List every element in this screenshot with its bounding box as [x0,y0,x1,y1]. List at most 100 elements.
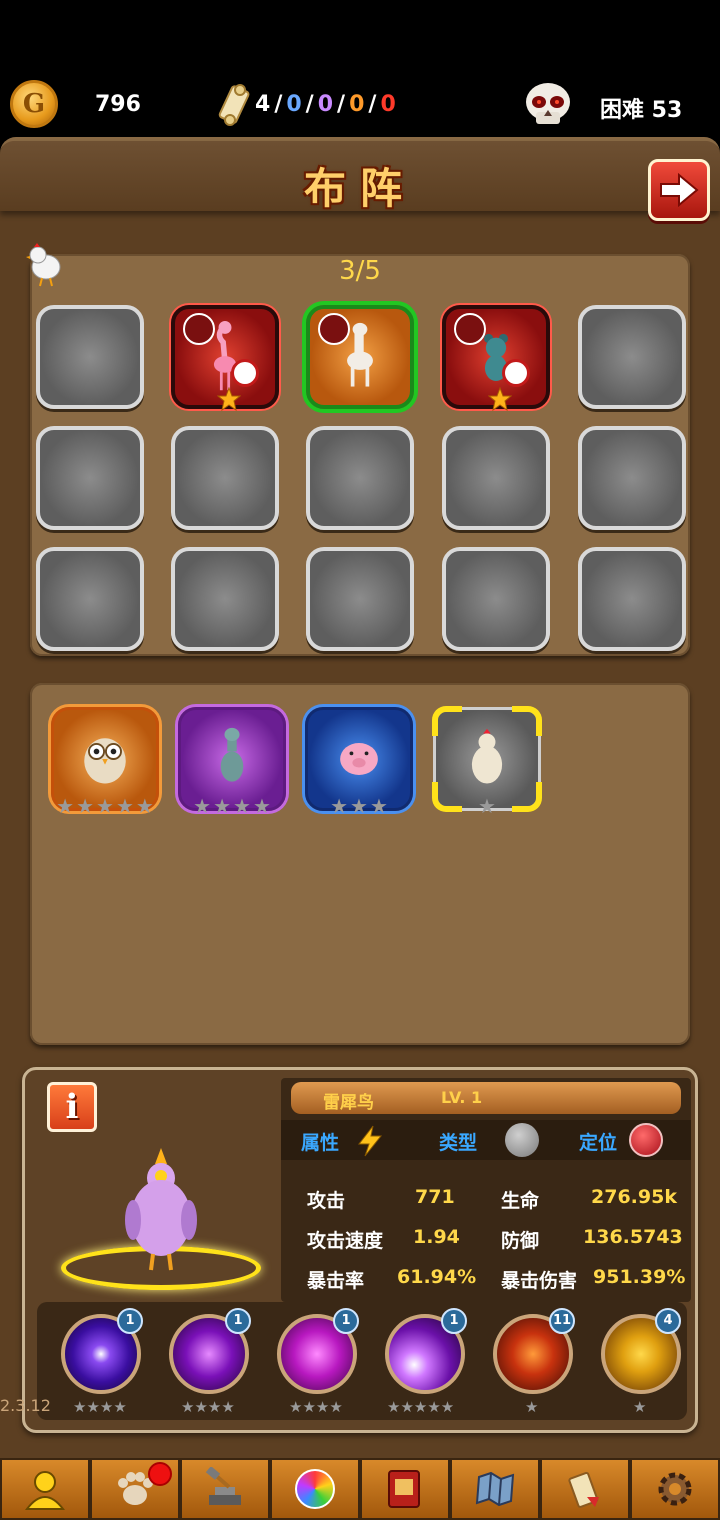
formation-slot[interactable] [171,305,279,411]
skill-level-badge: 1 [333,1308,359,1334]
skull-icon [526,83,570,124]
nav-pets[interactable] [90,1458,180,1520]
pet-card-owl[interactable]: ★ ★ ★ ★ ★ [51,707,159,818]
gear-icon [658,1472,692,1506]
skill-stars: ★★★★★ [387,1398,455,1416]
scroll-icon [218,84,250,126]
attribute-row: 属性 类型 定位 [281,1120,691,1160]
star-icon: ★ [478,794,496,818]
version-label: 2.3.12 [0,1396,51,1415]
stat-value-attack: 771 [415,1186,455,1208]
card-stars: ★ ★ ★ ★ [181,794,283,818]
skill-stars: ★ [633,1398,647,1416]
formation-slot[interactable] [578,426,686,530]
lock-icon [502,359,530,387]
formation-slot[interactable] [36,305,144,409]
skill-level-badge: 11 [549,1308,575,1334]
nav-settings[interactable] [630,1458,720,1520]
scroll-counts: 4/0/0/0/0 [255,92,396,117]
pet-card-chicken[interactable]: ★ [432,706,542,818]
skills-bar: 1 ★★★★ 1 ★★★★ 1 ★★★★ 1 ★★★★★ 11 ★ 4 ★ [37,1302,687,1420]
difficulty-label: 困难 53 [600,98,683,123]
skill-level-badge: 4 [655,1308,681,1334]
formation-slot[interactable] [171,426,279,530]
nav-profile[interactable] [0,1458,90,1520]
stats-box: 雷犀鸟 LV. 1 属性 类型 定位 攻击 771 生命 276.95k 攻击速… [281,1078,691,1302]
info-button[interactable]: i [47,1082,97,1132]
selection-corner [512,706,542,736]
forge-icon [205,1467,241,1505]
formation-panel: 布阵 3/5 ★ ★ ★ ★ ★ ★ ★ ★ ★ ★ ★ ★ ★ i 雷犀鸟 L… [0,137,720,1459]
star-icon [488,387,512,411]
pet-info-panel: i 雷犀鸟 LV. 1 属性 类型 定位 攻击 771 生命 276.95k 攻… [22,1067,698,1433]
exit-button[interactable] [648,159,710,221]
skill-stars: ★★★★ [73,1398,127,1416]
scroll-icon [568,1471,599,1508]
scroll-count-red: 0 [380,92,396,117]
notification-dot [148,1462,172,1486]
formation-slot[interactable] [442,547,550,651]
scroll-count-orange: 0 [349,92,365,117]
star-icon: ★ [76,794,95,818]
formation-slot[interactable] [306,547,414,651]
map-icon [475,1471,515,1507]
team-count: 3/5 [339,256,381,286]
nav-book[interactable] [360,1458,450,1520]
nav-orb[interactable] [270,1458,360,1520]
stat-value-hp: 276.95k [591,1186,677,1208]
formation-slot[interactable] [578,547,686,651]
stat-label-crit-rate: 暴击率 [307,1270,365,1292]
type-label: 类型 [439,1132,478,1154]
rock-type-icon [505,1123,539,1157]
stat-value-attack-speed: 1.94 [413,1226,460,1248]
sword-role-icon [629,1123,663,1157]
thunder-hornbill-model [125,1148,197,1271]
stat-label-attack-speed: 攻击速度 [307,1230,384,1252]
nav-scroll[interactable] [540,1458,630,1520]
card-stars: ★ [436,794,538,818]
formation-slot[interactable] [442,426,550,530]
star-icon: ★ [213,794,231,818]
profile-icon [24,1471,66,1510]
lightning-icon [357,1125,383,1157]
skill-level-badge: 1 [117,1308,143,1334]
selection-corner [432,706,462,736]
pet-card-pig[interactable]: ★ ★ ★ [305,707,413,818]
scroll-count-purple: 0 [317,92,334,117]
star-icon: ★ [252,794,271,818]
star-icon: ★ [135,794,154,818]
role-label: 定位 [579,1132,618,1154]
stat-label-defense: 防御 [501,1230,540,1252]
bottom-nav [0,1458,720,1520]
formation-slot[interactable] [36,547,144,651]
skill-stars: ★ [525,1398,539,1416]
formation-slot[interactable] [171,547,279,651]
stat-label-crit-damage: 暴击伤害 [501,1270,578,1292]
skill-stars: ★★★★ [181,1398,235,1416]
stat-label-attack: 攻击 [307,1190,346,1212]
star-icon [217,387,241,411]
star-icon: ★ [96,794,114,818]
formation-slot[interactable] [578,305,686,409]
star-icon: ★ [193,794,212,818]
formation-slot[interactable] [306,426,414,530]
scroll-count-white: 4 [255,92,271,117]
nav-map[interactable] [450,1458,540,1520]
star-icon: ★ [369,794,388,818]
scroll-count-blue: 0 [286,92,302,117]
formation-slot[interactable] [306,305,414,409]
stat-value-crit-damage: 951.39% [593,1266,686,1288]
lock-icon [231,359,259,387]
skill-level-badge: 1 [225,1308,251,1334]
pet-level: LV. 1 [441,1088,483,1107]
attribute-label: 属性 [301,1132,340,1154]
nav-forge[interactable] [180,1458,270,1520]
pet-card-donkey[interactable]: ★ ★ ★ ★ [178,707,286,818]
page-title: 布阵 [303,164,416,213]
gold-amount: 796 [95,92,141,117]
llama-pet [347,322,373,387]
pet-name: 雷犀鸟 [323,1093,374,1113]
skill-stars: ★★★★ [289,1398,343,1416]
formation-slot[interactable] [442,305,550,411]
formation-slot[interactable] [36,426,144,530]
